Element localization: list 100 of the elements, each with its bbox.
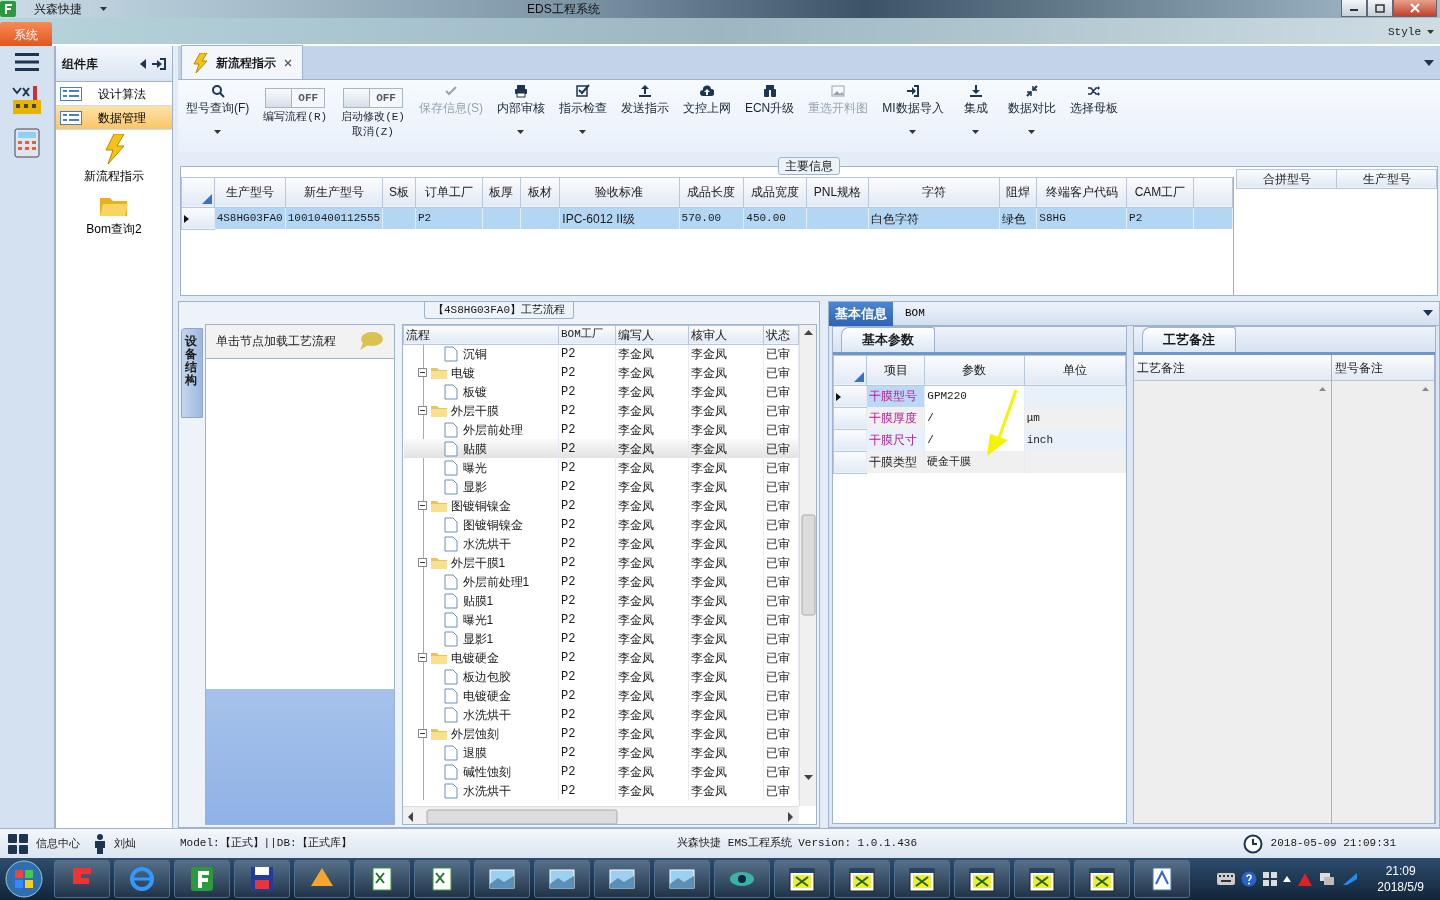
info-center-link[interactable]: 信息中心	[36, 835, 80, 852]
menu-icon[interactable]	[15, 52, 39, 72]
tree-row[interactable]: 水洗烘干 P2 李金凤 李金凤 已审	[403, 534, 799, 554]
tree-row[interactable]: 曝光 P2 李金凤 李金凤 已审	[403, 458, 799, 478]
dropdown-icon[interactable]	[1424, 59, 1434, 66]
taskbar-button[interactable]	[474, 860, 530, 898]
start-button[interactable]	[4, 859, 44, 899]
column-header[interactable]: 成品宽度	[743, 177, 807, 208]
grid-icon[interactable]	[8, 833, 28, 854]
tray-app-icon[interactable]	[1341, 871, 1360, 887]
column-header[interactable]: 板厚	[482, 177, 520, 208]
taskbar-button[interactable]	[774, 860, 830, 898]
windows-icon[interactable]	[1263, 872, 1278, 886]
document-tab[interactable]: 新流程指示	[181, 45, 303, 79]
tree-row[interactable]: 外层前处理1 P2 李金凤 李金凤 已审	[403, 572, 799, 592]
collapse-icon[interactable]	[417, 406, 427, 416]
maximize-button[interactable]	[1367, 0, 1393, 17]
toggle-switch[interactable]: OFF	[343, 88, 404, 108]
taskbar-button[interactable]	[234, 860, 290, 898]
row-header[interactable]	[181, 207, 215, 230]
network-icon[interactable]	[1319, 871, 1336, 887]
column-header[interactable]: BOM工厂	[558, 325, 616, 345]
column-header[interactable]: 阻焊	[999, 177, 1037, 208]
tree-row[interactable]: 显影 P2 李金凤 李金凤 已审	[403, 477, 799, 497]
minimize-button[interactable]	[1341, 0, 1367, 17]
column-header[interactable]: 型号备注	[1332, 354, 1434, 381]
taskbar-button[interactable]	[1134, 860, 1190, 898]
taskbar-button[interactable]	[894, 860, 950, 898]
taskbar-button[interactable]	[174, 860, 230, 898]
column-header[interactable]: 生产型号	[214, 177, 286, 208]
dropdown-icon[interactable]	[1427, 30, 1434, 35]
help-icon[interactable]	[1241, 871, 1258, 887]
toolbar-button[interactable]: 集成	[955, 84, 996, 152]
taskbar-date[interactable]: 2018/5/9	[1377, 879, 1424, 895]
shortcut-button[interactable]: 新流程指示	[56, 130, 172, 189]
vertical-scrollbar[interactable]	[799, 324, 816, 806]
column-header[interactable]: 成品长度	[679, 177, 744, 208]
column-header[interactable]: 工艺备注	[1134, 354, 1331, 381]
collapse-icon[interactable]	[417, 501, 427, 511]
taskbar-button[interactable]	[594, 860, 650, 898]
toolbar-button[interactable]: 型号查询(F)	[184, 84, 252, 152]
close-icon[interactable]	[284, 58, 292, 67]
horizontal-scrollbar[interactable]	[403, 806, 799, 824]
toolbar-button[interactable]: 数据对比	[1005, 84, 1058, 152]
toolbar-button[interactable]: 指示检查	[556, 84, 609, 152]
shortcut-button[interactable]: Bom查询2	[56, 189, 172, 242]
tree-row[interactable]: 外层干膜 P2 李金凤 李金凤 已审	[403, 401, 799, 421]
toolbar-button[interactable]: 文控上网	[680, 84, 733, 152]
collapse-icon[interactable]	[417, 368, 427, 378]
info-tab[interactable]: 基本信息	[829, 301, 893, 326]
taskbar-time[interactable]: 21:09	[1385, 863, 1416, 879]
column-header[interactable]: PNL规格	[806, 177, 869, 208]
tree-row[interactable]: 外层干膜1 P2 李金凤 李金凤 已审	[403, 553, 799, 573]
tree-row[interactable]: 水洗烘干 P2 李金凤 李金凤 已审	[403, 705, 799, 725]
taskbar-button[interactable]	[1014, 860, 1070, 898]
panel-item[interactable]: 数据管理	[56, 106, 172, 130]
toggle-switch[interactable]: OFF	[265, 88, 326, 108]
tree-row[interactable]: 曝光1 P2 李金凤 李金凤 已审	[403, 610, 799, 630]
pin-icon[interactable]	[152, 57, 166, 70]
tree-row[interactable]: 电镀 P2 李金凤 李金凤 已审	[403, 363, 799, 383]
collapse-left-icon[interactable]	[140, 58, 146, 69]
column-header[interactable]: 终端客户代码	[1036, 177, 1127, 208]
style-menu[interactable]: Style	[1388, 24, 1421, 41]
column-header[interactable]: 参数	[924, 355, 1025, 386]
taskbar-button[interactable]	[654, 860, 710, 898]
tree-row[interactable]: 外层蚀刻 P2 李金凤 李金凤 已审	[403, 724, 799, 744]
tree-row[interactable]: 贴膜1 P2 李金凤 李金凤 已审	[403, 591, 799, 611]
toggle-button[interactable]: OFF 启动修改(E) 取消(Z)	[339, 84, 407, 152]
tree-row[interactable]: 板镀 P2 李金凤 李金凤 已审	[403, 382, 799, 402]
tree-row[interactable]: 图镀铜镍金 P2 李金凤 李金凤 已审	[403, 496, 799, 516]
tray-app-icon[interactable]	[1297, 871, 1314, 887]
column-header[interactable]: CAM工厂	[1126, 177, 1194, 208]
column-header[interactable]: 生产型号	[1336, 169, 1437, 189]
column-header[interactable]: 状态	[763, 325, 799, 345]
column-header[interactable]: 核审人	[688, 325, 764, 345]
tree-row[interactable]: 图镀铜镍金 P2 李金凤 李金凤 已审	[403, 515, 799, 535]
side-tab[interactable]: 设备结构	[181, 327, 203, 418]
collapse-icon[interactable]	[417, 653, 427, 663]
tree-row[interactable]: 沉铜 P2 李金凤 李金凤 已审	[403, 344, 799, 364]
column-header[interactable]: 新生产型号	[285, 177, 383, 208]
tree-row[interactable]: 水洗烘干 P2 李金凤 李金凤 已审	[403, 781, 799, 801]
taskbar-button[interactable]	[414, 860, 470, 898]
column-header[interactable]: 字符	[868, 177, 999, 208]
column-header[interactable]: 合拼型号	[1236, 169, 1337, 189]
toolbar-button[interactable]: 内部审核	[494, 84, 547, 152]
column-header[interactable]: 项目	[866, 355, 925, 386]
dropdown-icon[interactable]	[1423, 310, 1433, 317]
taskbar-button[interactable]	[834, 860, 890, 898]
tree-row[interactable]: 电镀硬金 P2 李金凤 李金凤 已审	[403, 648, 799, 668]
tree-row[interactable]: 显影1 P2 李金凤 李金凤 已审	[403, 629, 799, 649]
calculator-icon[interactable]	[13, 128, 41, 158]
show-hidden-icon[interactable]	[1283, 876, 1292, 882]
column-header[interactable]: 编写人	[615, 325, 689, 345]
sub-tab[interactable]: 基本参数	[841, 327, 935, 352]
column-header[interactable]: 验收标准	[559, 177, 680, 208]
column-header[interactable]: 板材	[520, 177, 560, 208]
tree-row[interactable]: 贴膜 P2 李金凤 李金凤 已审	[403, 439, 799, 459]
column-header[interactable]: 订单工厂	[415, 177, 483, 208]
column-header[interactable]: 单位	[1024, 355, 1126, 386]
tree-row[interactable]: 板边包胶 P2 李金凤 李金凤 已审	[403, 667, 799, 687]
